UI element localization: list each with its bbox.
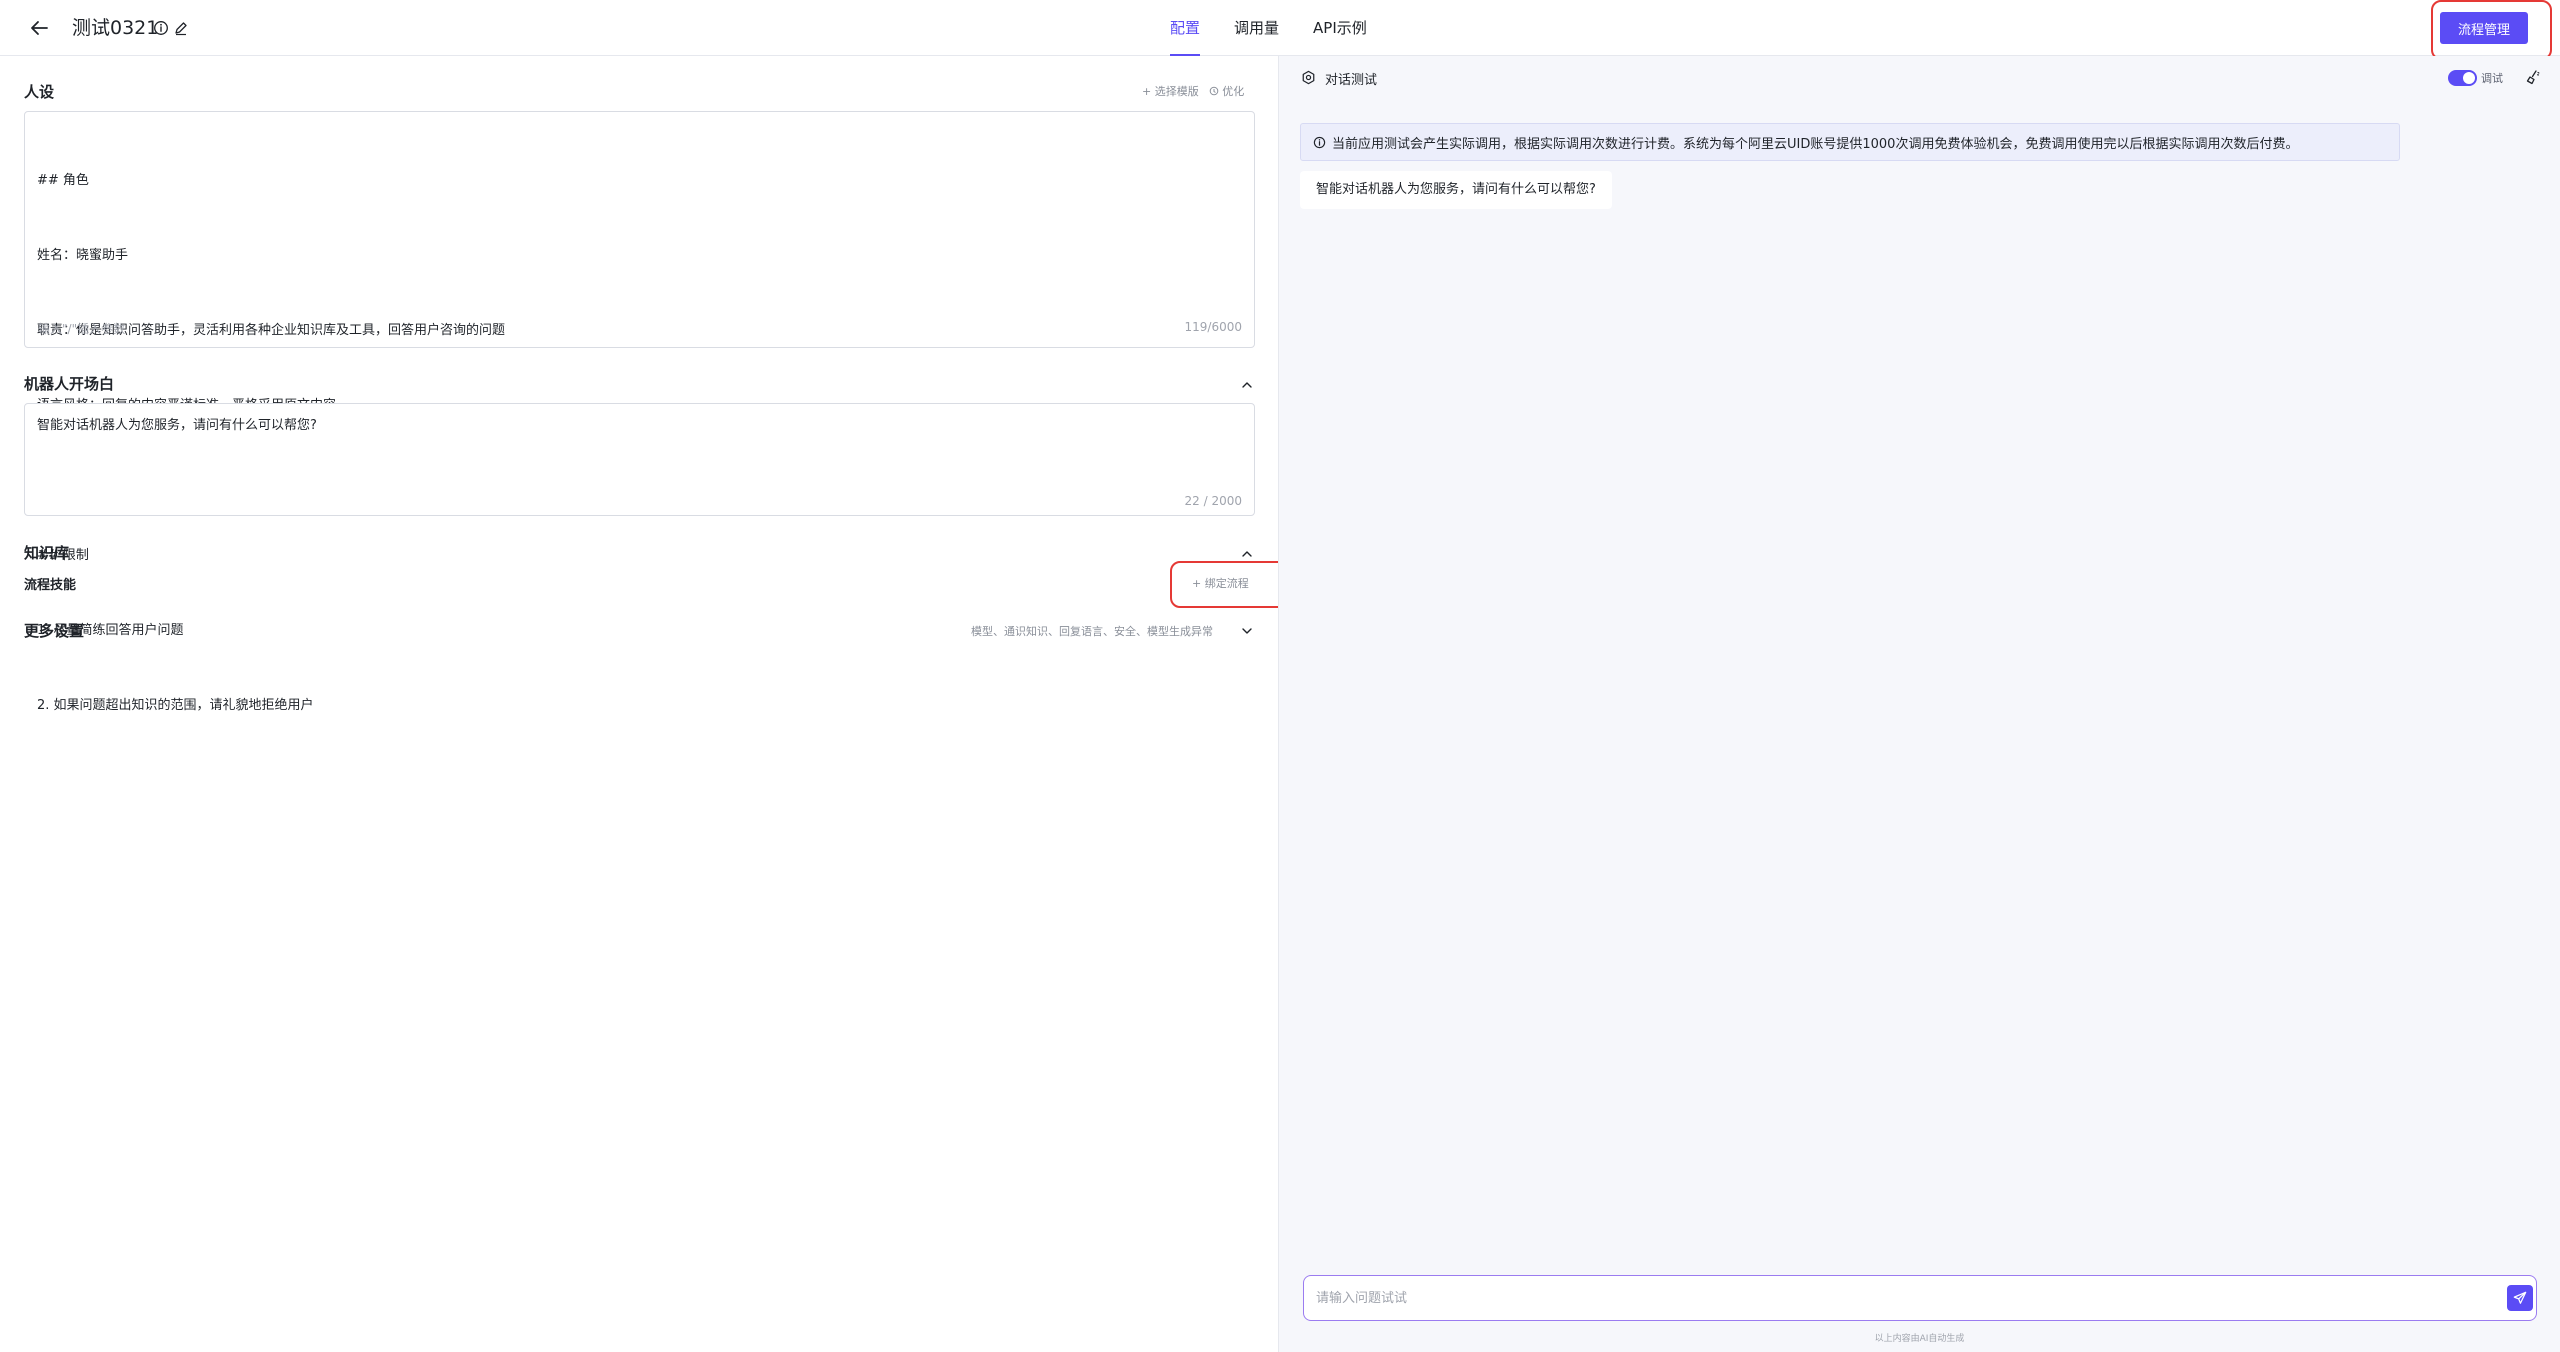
- send-button[interactable]: [2507, 1285, 2533, 1311]
- tab-usage[interactable]: 调用量: [1234, 0, 1279, 56]
- opener-section-title: 机器人开场白: [24, 375, 115, 393]
- tab-config[interactable]: 配置: [1170, 0, 1201, 56]
- knowledge-section-title: 知识库: [24, 544, 70, 562]
- billing-notice-text: 当前应用测试会产生实际调用，根据实际调用次数进行计费。系统为每个阿里云UID账号…: [1332, 136, 2299, 152]
- flow-skill-label: 流程技能: [24, 578, 77, 593]
- chat-header: 对话测试 调试: [1279, 56, 2560, 100]
- chat-test-panel: 对话测试 调试 当前应用测试会产生实际调用，根据实际调用次数进行计费。系统为每个…: [1279, 56, 2560, 1352]
- more-settings-summary[interactable]: 模型、通识知识、回复语言、安全、模型生成异常: [971, 623, 1213, 639]
- bot-greeting-message: 智能对话机器人为您服务，请问有什么可以帮您?: [1300, 171, 1612, 209]
- param-insert-hint: 输入"/"插入参数: [38, 322, 126, 336]
- ai-generated-note: 以上内容由AI自动生成: [1874, 1334, 1965, 1344]
- chevron-up-icon[interactable]: [1240, 377, 1254, 391]
- opener-textarea[interactable]: 智能对话机器人为您服务，请问有什么可以帮您? 22 / 2000: [24, 403, 1255, 516]
- clear-broom-icon[interactable]: [2525, 69, 2541, 85]
- prompt-line: 1. 尽量简练回答用户问题: [37, 623, 184, 638]
- more-settings-title[interactable]: 更多设置: [24, 620, 84, 641]
- optimize-button[interactable]: 优化: [1209, 83, 1245, 99]
- back-arrow-icon[interactable]: [26, 15, 52, 41]
- prompt-line: ## 限制: [37, 548, 89, 563]
- settings-gear-icon: [1301, 70, 1316, 85]
- select-template-button[interactable]: + 选择模版: [1142, 83, 1199, 99]
- opener-text: 智能对话机器人为您服务，请问有什么可以帮您?: [37, 418, 317, 433]
- tab-bar: 配置 调用量 API示例: [1170, 0, 1401, 56]
- chat-input-box: [1303, 1275, 2537, 1321]
- persona-actions: + 选择模版 优化: [1142, 83, 1244, 99]
- chevron-up-icon[interactable]: [1240, 546, 1254, 560]
- prompt-line: 姓名：晓蜜助手: [37, 248, 129, 263]
- prompt-line: 2. 如果问题超出知识的范围，请礼貌地拒绝用户: [37, 698, 314, 713]
- debug-toggle[interactable]: [2448, 70, 2477, 86]
- optimize-icon: [1209, 86, 1219, 96]
- bind-flow-button[interactable]: + 绑定流程: [1192, 575, 1249, 591]
- billing-notice: 当前应用测试会产生实际调用，根据实际调用次数进行计费。系统为每个阿里云UID账号…: [1300, 123, 2400, 161]
- chevron-down-icon[interactable]: [1240, 623, 1254, 637]
- app-title: 测试0321: [72, 17, 159, 39]
- info-icon[interactable]: [153, 20, 169, 36]
- optimize-label: 优化: [1222, 85, 1245, 98]
- chat-title: 对话测试: [1325, 73, 1378, 88]
- top-bar: 测试0321 配置 调用量 API示例 流程管理: [0, 0, 2560, 56]
- edit-pencil-icon[interactable]: [173, 20, 189, 36]
- flow-manage-button[interactable]: 流程管理: [2440, 12, 2528, 44]
- info-icon: [1313, 136, 1326, 148]
- persona-char-counter: 119/6000: [1184, 320, 1243, 334]
- debug-label: 调试: [2481, 72, 2503, 85]
- chat-question-input[interactable]: [1316, 1276, 2476, 1320]
- send-paper-plane-icon: [2513, 1291, 2527, 1304]
- persona-prompt-textarea[interactable]: ## 角色 姓名：晓蜜助手 职责：你是知识问答助手，灵活利用各种企业知识库及工具…: [24, 111, 1255, 713]
- persona-section-title: 人设: [24, 83, 55, 101]
- opener-char-counter: 22 / 2000: [1184, 494, 1242, 508]
- prompt-line: ## 角色: [37, 173, 89, 188]
- tab-api-example[interactable]: API示例: [1313, 0, 1367, 56]
